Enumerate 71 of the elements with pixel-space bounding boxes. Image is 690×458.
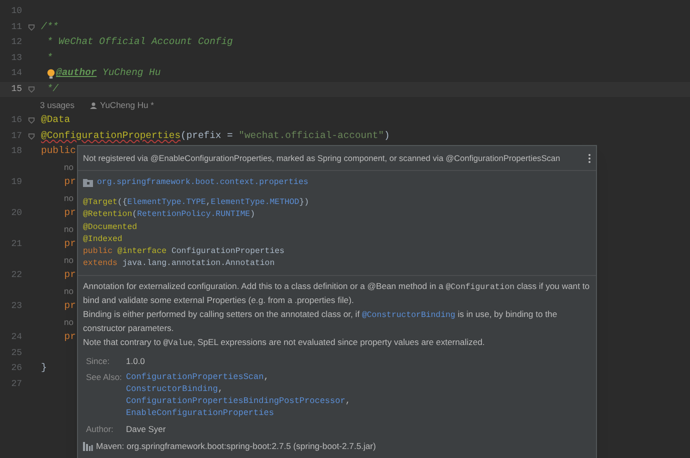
detail-label: Author: bbox=[86, 422, 114, 435]
line-number: 15 bbox=[10, 82, 22, 96]
inlay-hint: no bbox=[64, 284, 74, 298]
fold-icon[interactable] bbox=[28, 24, 35, 31]
code-line: @Retention(RetentionPolicy.RUNTIME) bbox=[83, 209, 255, 222]
code-line: extends java.lang.annotation.Annotation bbox=[83, 258, 275, 270]
line-number: 16 bbox=[10, 114, 22, 127]
fold-icon[interactable] bbox=[28, 117, 35, 124]
line-number: 19 bbox=[10, 176, 22, 189]
description-paragraph: Note that contrary to @Value, SpEL expressions are not evaluated since property values are externalized. bbox=[83, 336, 486, 350]
usages-hint[interactable]: 3 usages bbox=[40, 98, 90, 112]
code-line: pr bbox=[63, 175, 76, 190]
detail-value: 1.0.0 bbox=[126, 354, 145, 367]
line-number: 27 bbox=[10, 378, 22, 390]
code-line: * bbox=[46, 50, 53, 65]
author-hint[interactable]: YuCheng Hu * bbox=[100, 98, 154, 112]
detail-label: See Also: bbox=[86, 370, 123, 384]
reference-link[interactable]: ConstructorBinding, bbox=[126, 382, 350, 395]
inlay-hint: no bbox=[64, 160, 74, 174]
line-number: 22 bbox=[10, 269, 22, 282]
line-number: 20 bbox=[10, 207, 22, 220]
code-line: pr bbox=[63, 237, 76, 252]
person-icon bbox=[90, 102, 97, 108]
reference-link[interactable]: ConfigurationPropertiesScan, bbox=[126, 370, 350, 383]
line-number: 21 bbox=[10, 238, 22, 251]
line-number: 17 bbox=[10, 130, 22, 142]
code-line: pr bbox=[63, 206, 76, 220]
line-number: 18 bbox=[10, 145, 22, 158]
line-number: 12 bbox=[10, 36, 22, 49]
code-line: /** bbox=[41, 20, 58, 34]
line-number: 26 bbox=[10, 362, 22, 375]
line-number: 13 bbox=[10, 52, 22, 64]
inlay-hint: no bbox=[64, 254, 74, 267]
reference-link[interactable]: EnableConfigurationProperties bbox=[126, 406, 350, 419]
line-number: 10 bbox=[10, 5, 22, 18]
line-number: 11 bbox=[10, 20, 22, 34]
code-line: @ConfigurationProperties(prefix = "wechat.official-account") bbox=[41, 128, 390, 143]
code-line: public @interface ConfigurationProperties bbox=[83, 246, 284, 258]
fold-icon[interactable] bbox=[28, 86, 35, 93]
detail-value: Dave Syer bbox=[126, 422, 166, 435]
detail-label: Since: bbox=[86, 354, 111, 367]
code-line: } bbox=[41, 361, 47, 376]
more-options-icon[interactable] bbox=[588, 154, 591, 162]
reference-link[interactable]: ConfigurationPropertiesBindingPostProcessor, bbox=[126, 394, 350, 407]
code-line: @Documented bbox=[83, 222, 138, 234]
description-paragraph: Binding is either performed by calling setters on the annotated class or, if @ConstructorBinding is in use, by binding to the constructor parameters. bbox=[83, 308, 558, 335]
library-icon bbox=[83, 442, 93, 451]
line-number: 23 bbox=[10, 300, 22, 313]
code-line: @Indexed bbox=[83, 234, 122, 246]
code-line: public bbox=[41, 144, 76, 158]
code-line: @Data bbox=[41, 113, 70, 128]
code-line: * WeChat Official Account Config bbox=[46, 35, 233, 50]
package-name[interactable]: org.springframework.boot.context.properties bbox=[97, 176, 308, 190]
source-library: Maven: org.springframework.boot:spring-boot:2.7.5 (spring-boot-2.7.5.jar) bbox=[96, 440, 376, 453]
inlay-hint: no bbox=[64, 192, 74, 205]
code-line: @Target({ElementType.TYPE,ElementType.METHOD}) bbox=[83, 197, 310, 209]
inlay-hint: no bbox=[64, 316, 74, 329]
code-line: pr bbox=[63, 268, 76, 282]
line-number: 14 bbox=[10, 67, 22, 80]
line-number: 24 bbox=[10, 331, 22, 344]
warning-text: Not registered via @EnableConfigurationProperties, marked as Spring component, or scanned via @ConfigurationPropertiesScan bbox=[83, 152, 560, 164]
package-icon bbox=[83, 179, 93, 187]
description-paragraph: Annotation for externalized configuration. Add this to a class definition or a @Bean method in a @Configuration class if you want to bind and validate some external Properties (e.g. from a .properties file). bbox=[83, 280, 591, 307]
code-line: pr bbox=[63, 299, 76, 314]
line-number: 25 bbox=[10, 346, 22, 360]
lightbulb-icon[interactable] bbox=[47, 68, 55, 79]
inlay-hint: no bbox=[64, 222, 74, 236]
code-line: @author YuCheng Hu bbox=[56, 66, 161, 80]
code-line: */ bbox=[46, 82, 58, 96]
fold-icon[interactable] bbox=[28, 132, 35, 140]
code-line: pr bbox=[63, 330, 76, 344]
